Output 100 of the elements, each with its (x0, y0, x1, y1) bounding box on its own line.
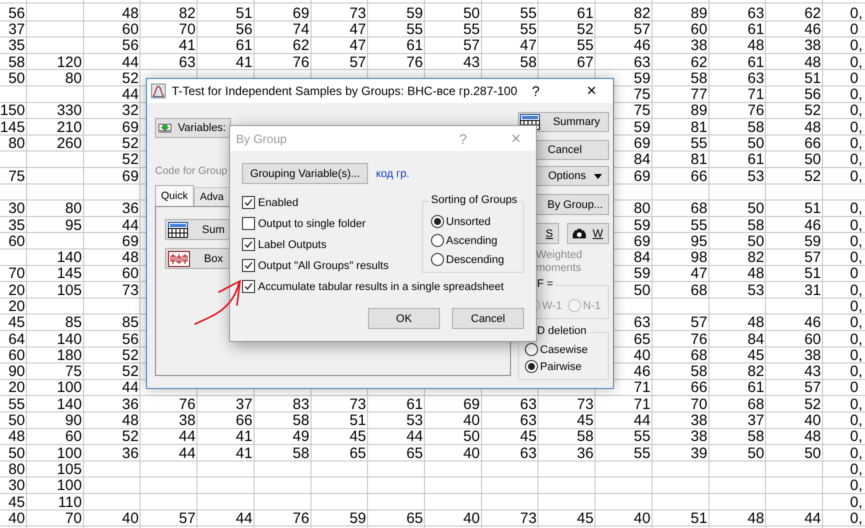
table-cell: 40 (463, 446, 480, 461)
table-cell: 48 (747, 315, 764, 330)
table-cell: 45 (520, 429, 537, 444)
table-cell: 73 (349, 396, 366, 412)
checkbox[interactable] (242, 280, 255, 293)
table-cell: 51 (804, 266, 822, 282)
table-cell: 60 (122, 266, 139, 282)
table-cell: 59 (634, 70, 650, 86)
table-cell: 75 (634, 87, 650, 102)
table-cell: 48 (804, 54, 822, 70)
table-cell: 90 (8, 364, 25, 380)
table-cell: 45 (747, 348, 764, 363)
table-cell: 57 (690, 315, 708, 330)
table-cell: 0, (850, 218, 863, 232)
table-cell: 63 (520, 446, 537, 461)
table-cell: 57 (349, 54, 366, 70)
radio-option[interactable]: Pairwise (525, 360, 608, 373)
table-cell: 0 (850, 380, 858, 396)
table-cell: 40 (8, 510, 25, 526)
table-cell: 76 (292, 54, 310, 70)
table-cell: 55 (690, 218, 708, 232)
table-cell: 73 (520, 510, 537, 526)
table-cell: 95 (690, 234, 708, 249)
table-cell: 52 (122, 136, 139, 152)
table-cell: 52 (122, 364, 139, 380)
table-cell: 44 (634, 413, 650, 428)
table-cell: 61 (747, 380, 764, 396)
checkbox-label[interactable]: Accumulate tabular results in a single spreadsheet (258, 280, 504, 292)
table-cell: 80 (8, 462, 25, 477)
table-cell: 0, (850, 462, 863, 477)
table-cell: 44 (122, 218, 139, 232)
checkbox-label[interactable]: Enabled (258, 196, 298, 208)
weighted-moments-label: Weighted moments (536, 249, 584, 275)
checkbox[interactable] (242, 196, 255, 209)
checkbox-label[interactable]: Output "All Groups" results (258, 260, 389, 272)
tab[interactable]: Adva (194, 187, 230, 206)
table-cell: 35 (8, 218, 25, 232)
ok-button[interactable]: OK (368, 308, 440, 329)
table-cell: 70 (65, 510, 82, 526)
table-cell: 41 (236, 54, 252, 70)
table-cell: 0, (850, 494, 863, 510)
table-cell: 38 (690, 38, 708, 54)
help-button[interactable]: ? (529, 83, 542, 99)
table-cell: 44 (178, 446, 196, 461)
table-cell: 80 (8, 136, 25, 152)
table-cell: 50 (747, 234, 764, 249)
table-cell: 210 (56, 120, 82, 135)
table-cell: 37 (236, 396, 252, 412)
table-cell: 58 (690, 70, 708, 86)
table-cell: 59 (634, 218, 650, 232)
table-cell: 52 (122, 152, 139, 168)
table-cell: 61 (747, 22, 764, 37)
table-cell: 89 (690, 6, 708, 21)
table-cell: 82 (178, 6, 196, 21)
table-cell: 48 (747, 510, 764, 526)
checkbox-label[interactable]: Output to single folder (258, 218, 366, 230)
variables-button[interactable]: Variables: (155, 118, 231, 138)
small-button[interactable]: W (567, 223, 609, 244)
table-cell: 71 (747, 87, 764, 102)
table-cell: 61 (236, 38, 252, 54)
table-cell: 63 (634, 315, 650, 330)
tab[interactable]: Quick (155, 185, 194, 206)
grouping-variables-button[interactable]: Grouping Variable(s)... (242, 163, 368, 184)
table-cell: 52 (804, 103, 822, 118)
table-cell: 58 (747, 429, 764, 444)
cancel-button[interactable]: Cancel (452, 308, 524, 329)
summary-button[interactable]: Summary (518, 112, 609, 132)
table-cell: 48 (804, 429, 822, 444)
radio-option[interactable]: Descending (431, 253, 523, 266)
table-cell: 60 (8, 348, 25, 363)
table-cell: 66 (690, 380, 708, 396)
table-cell: 45 (576, 510, 594, 526)
table-cell: 55 (406, 22, 424, 37)
table-cell: 57 (634, 22, 650, 37)
checkbox[interactable] (242, 238, 255, 251)
table-cell: 0, (850, 429, 863, 444)
table-cell: 69 (122, 120, 139, 135)
checkbox[interactable] (242, 217, 255, 230)
table-cell: 50 (8, 70, 25, 86)
table-cell: 51 (236, 6, 252, 21)
table-cell: 61 (747, 54, 764, 70)
table-cell: 45 (8, 315, 25, 330)
close-button[interactable]: × (584, 81, 599, 101)
table-cell: 44 (236, 510, 252, 526)
table-cell: 50 (747, 201, 764, 216)
printer-icon (572, 226, 587, 240)
table-cell: 0, (850, 298, 863, 314)
checkbox-label[interactable]: Label Outputs (258, 238, 326, 250)
table-cell: 45 (349, 429, 366, 444)
table-cell: 50 (804, 446, 822, 461)
table-cell: 76 (690, 332, 708, 347)
table-cell: 38 (178, 413, 196, 428)
table-cell: 59 (349, 510, 366, 526)
table-cell: 69 (122, 168, 139, 184)
checkbox[interactable] (242, 259, 255, 272)
table-cell: 40 (463, 413, 480, 428)
table-cell: 0, (850, 282, 863, 298)
radio-option[interactable]: Casewise (525, 343, 608, 356)
table-cell: 38 (804, 348, 822, 363)
table-cell: 76 (292, 510, 310, 526)
